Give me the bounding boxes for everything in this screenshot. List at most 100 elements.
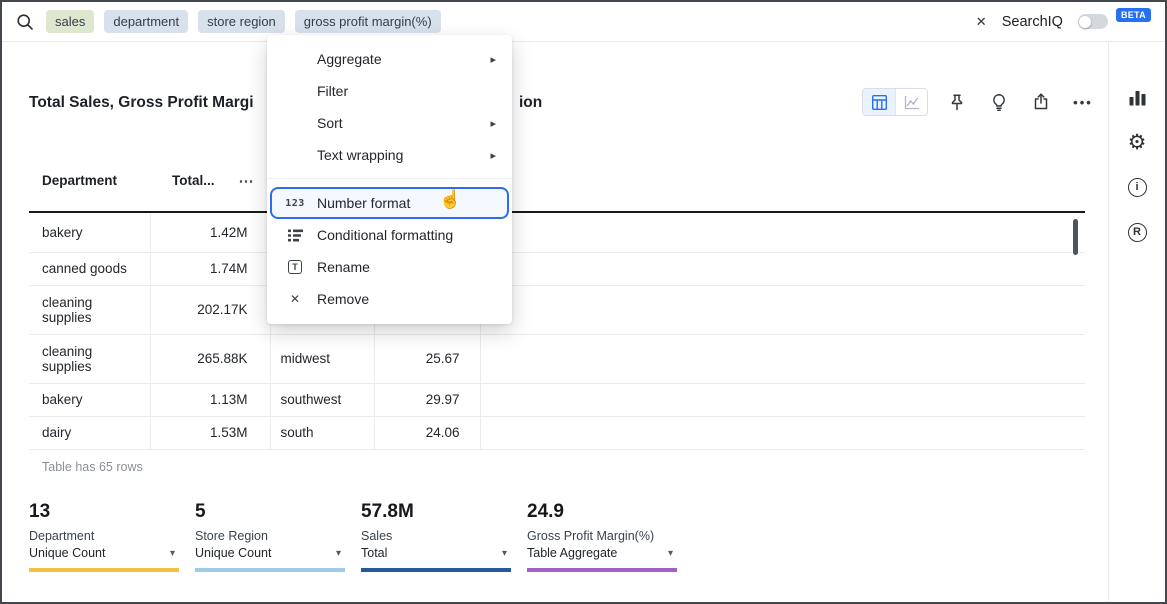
search-token-gross-profit-margin[interactable]: gross profit margin(%)	[295, 10, 441, 33]
cell-total-sales: 202.17K	[150, 285, 270, 334]
card-aggregation-dropdown[interactable]: Unique Count ▾	[195, 546, 345, 560]
table-row: dairy 1.53M south 24.06	[29, 416, 1085, 449]
menu-item-label: Filter	[317, 83, 348, 99]
share-button[interactable]	[1028, 89, 1054, 115]
card-aggregation-label: Unique Count	[195, 546, 271, 560]
table-header-row: Department Total... ⋯	[29, 150, 1085, 212]
menu-item-filter[interactable]: Filter	[267, 75, 512, 107]
insights-button[interactable]	[986, 89, 1012, 115]
card-aggregation-dropdown[interactable]: Table Aggregate ▾	[527, 546, 677, 560]
card-aggregation-dropdown[interactable]: Total ▾	[361, 546, 511, 560]
menu-item-label: Aggregate	[317, 51, 382, 67]
table-icon	[872, 95, 887, 110]
cell-department: dairy	[29, 416, 150, 449]
column-header-total-sales[interactable]: Total... ⋯	[150, 150, 270, 212]
searchiq-label: SearchIQ	[1002, 14, 1063, 30]
summary-card-store-region: 5 Store Region Unique Count ▾	[195, 501, 345, 572]
cell-store-region: southwest	[270, 383, 374, 416]
chevron-down-icon: ▾	[502, 548, 507, 559]
submenu-arrow-icon: ▸	[490, 149, 496, 162]
chart-view-button[interactable]	[895, 89, 927, 115]
search-token-department[interactable]: department	[104, 10, 188, 33]
search-bar: sales department store region gross prof…	[2, 2, 1165, 42]
table-row: cleaning supplies 265.88K midwest 25.67	[29, 334, 1085, 383]
cell-store-region: midwest	[270, 334, 374, 383]
toggle-knob	[1079, 16, 1091, 28]
info-button[interactable]: i	[1125, 175, 1149, 199]
cell-store-region: south	[270, 416, 374, 449]
settings-button[interactable]: ⚙	[1125, 130, 1149, 154]
menu-item-label: Rename	[317, 259, 370, 275]
r-analysis-button[interactable]: R	[1125, 220, 1149, 244]
summary-card-department: 13 Department Unique Count ▾	[29, 501, 179, 572]
cell-department: cleaning supplies	[29, 334, 150, 383]
share-icon	[1032, 93, 1050, 111]
number-format-icon: 123	[286, 198, 304, 209]
cell-gpm: 24.06	[374, 416, 480, 449]
clear-search-icon[interactable]: ✕	[976, 14, 987, 30]
view-switcher	[862, 88, 928, 116]
more-options-button[interactable]: •••	[1070, 89, 1096, 115]
cell-filler	[480, 212, 1085, 252]
results-table: Department Total... ⋯	[29, 150, 1085, 450]
search-icon	[16, 13, 34, 31]
cell-department: bakery	[29, 383, 150, 416]
right-rail: ⚙ i R	[1108, 43, 1165, 602]
pin-button[interactable]	[944, 89, 970, 115]
search-token-list: sales department store region gross prof…	[46, 10, 441, 33]
chart-config-button[interactable]	[1125, 85, 1149, 109]
remove-icon: ✕	[286, 292, 304, 306]
menu-item-label: Remove	[317, 291, 369, 307]
answer-toolbar: •••	[862, 88, 1096, 116]
table-row: canned goods 1.74M	[29, 252, 1085, 285]
row-count-label: Table has 65 rows	[42, 460, 143, 474]
column-header-label: Department	[42, 173, 117, 188]
submenu-arrow-icon: ▸	[490, 117, 496, 130]
info-icon: i	[1128, 178, 1147, 197]
cell-filler	[480, 252, 1085, 285]
menu-item-label: Text wrapping	[317, 147, 403, 163]
menu-item-number-format[interactable]: 123 Number format	[270, 187, 509, 219]
column-menu-icon[interactable]: ⋯	[239, 172, 255, 190]
table-row: bakery 1.42M	[29, 212, 1085, 252]
menu-item-text-wrapping[interactable]: Text wrapping ▸	[267, 139, 512, 171]
card-value: 13	[29, 501, 179, 523]
answer-title: Total Sales, Gross Profit Margi	[29, 94, 254, 112]
table-row: cleaning supplies 202.17K	[29, 285, 1085, 334]
summary-cards: 13 Department Unique Count ▾ 5 Store Reg…	[29, 501, 677, 572]
card-aggregation-dropdown[interactable]: Unique Count ▾	[29, 546, 179, 560]
cell-total-sales: 1.74M	[150, 252, 270, 285]
summary-card-gross-profit-margin: 24.9 Gross Profit Margin(%) Table Aggreg…	[527, 501, 677, 572]
submenu-arrow-icon: ▸	[490, 53, 496, 66]
menu-item-rename[interactable]: T Rename	[267, 251, 512, 283]
search-token-sales[interactable]: sales	[46, 10, 94, 33]
chevron-down-icon: ▾	[336, 548, 341, 559]
menu-item-aggregate[interactable]: Aggregate ▸	[267, 43, 512, 75]
menu-item-sort[interactable]: Sort ▸	[267, 107, 512, 139]
card-name: Department	[29, 529, 179, 543]
searchiq-toggle[interactable]	[1078, 14, 1108, 29]
table-scrollbar-thumb[interactable]	[1073, 219, 1078, 255]
column-header-label: Total...	[172, 173, 215, 188]
rename-icon: T	[286, 260, 304, 274]
card-aggregation-label: Unique Count	[29, 546, 105, 560]
menu-item-remove[interactable]: ✕ Remove	[267, 283, 512, 315]
menu-divider	[267, 178, 512, 179]
cell-total-sales: 265.88K	[150, 334, 270, 383]
search-token-store-region[interactable]: store region	[198, 10, 285, 33]
card-name: Store Region	[195, 529, 345, 543]
beta-badge: BETA	[1116, 8, 1151, 22]
cell-total-sales: 1.53M	[150, 416, 270, 449]
column-header-department[interactable]: Department	[29, 150, 150, 212]
menu-item-label: Number format	[317, 195, 410, 211]
ellipsis-icon: •••	[1073, 95, 1093, 110]
conditional-formatting-icon	[286, 229, 304, 242]
bar-chart-icon	[1128, 88, 1147, 107]
menu-item-conditional-formatting[interactable]: Conditional formatting	[267, 219, 512, 251]
cell-filler	[480, 285, 1085, 334]
app-window: sales department store region gross prof…	[0, 0, 1167, 604]
cell-gpm: 25.67	[374, 334, 480, 383]
chevron-down-icon: ▾	[668, 548, 673, 559]
table-view-button[interactable]	[863, 89, 895, 115]
cell-filler	[480, 334, 1085, 383]
